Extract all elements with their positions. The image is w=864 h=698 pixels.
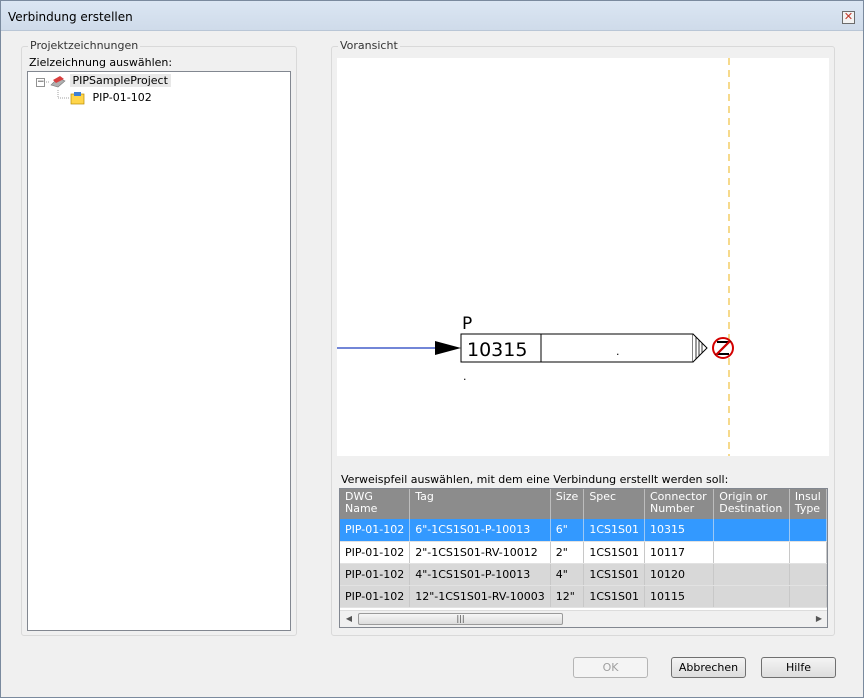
column-header[interactable]: Spec xyxy=(583,489,645,519)
preview-drawing: P 10315 . . xyxy=(337,58,734,456)
table-cell: 10115 xyxy=(644,585,715,608)
table-cell: PIP-01-102 xyxy=(340,585,411,608)
window-title: Verbindung erstellen xyxy=(8,10,133,24)
table-cell: 1CS1S01 xyxy=(583,519,645,542)
table-cell xyxy=(713,519,790,542)
table-cell: PIP-01-102 xyxy=(340,563,411,586)
tree-item-project-label: PIPSampleProject xyxy=(69,74,171,87)
table-cell: 10117 xyxy=(644,541,715,564)
project-icon xyxy=(50,74,66,88)
stray-mark: . xyxy=(463,370,467,383)
connector-number: 10315 xyxy=(467,339,527,361)
table-row[interactable]: PIP-01-102 12"-1CS1S01-RV-10003 12" 1CS1… xyxy=(340,585,827,608)
connector-table-grid: DWG Name Tag Size Spec Connector Number … xyxy=(340,489,827,608)
table-cell: 6"-1CS1S01-P-10013 xyxy=(409,519,551,542)
drawing-tree[interactable]: − PIPSampleProject PIP-01-102 xyxy=(27,71,291,631)
target-drawing-prompt: Zielzeichnung auswählen: xyxy=(29,56,173,69)
no-connection-icon xyxy=(712,337,734,359)
scroll-left-icon[interactable]: ◀ xyxy=(343,614,355,623)
table-row[interactable]: PIP-01-102 4"-1CS1S01-P-10013 4" 1CS1S01… xyxy=(340,563,827,586)
table-cell: 12"-1CS1S01-RV-10003 xyxy=(409,585,551,608)
dialog-window: Verbindung erstellen ✕ Projektzeichnunge… xyxy=(0,0,864,698)
horizontal-scrollbar[interactable]: ◀ ||| ▶ xyxy=(340,610,827,627)
table-cell xyxy=(789,585,827,608)
connector-dot: . xyxy=(616,345,620,358)
connector-table[interactable]: DWG Name Tag Size Spec Connector Number … xyxy=(339,488,828,628)
table-cell: 2" xyxy=(550,541,585,564)
table-cell xyxy=(789,563,827,586)
connector-table-prompt: Verweispfeil auswählen, mit dem eine Ver… xyxy=(341,473,729,486)
table-cell xyxy=(713,585,790,608)
tree-item-drawing-label: PIP-01-102 xyxy=(92,91,152,104)
table-cell: 10315 xyxy=(644,519,715,542)
connector-tail xyxy=(692,333,708,363)
title-bar: Verbindung erstellen ✕ xyxy=(1,1,863,31)
tree-item-drawing[interactable]: PIP-01-102 xyxy=(70,90,152,106)
ok-button[interactable]: OK xyxy=(573,657,648,678)
help-button[interactable]: Hilfe xyxy=(761,657,836,678)
table-cell: 12" xyxy=(550,585,585,608)
table-cell: 4" xyxy=(550,563,585,586)
table-cell: 6" xyxy=(550,519,585,542)
preview-canvas: P 10315 . . xyxy=(337,58,829,456)
column-header[interactable]: Insul Type xyxy=(789,489,827,519)
scrollbar-thumb[interactable]: ||| xyxy=(358,613,563,625)
drawing-icon xyxy=(70,91,86,105)
table-cell: PIP-01-102 xyxy=(340,519,411,542)
close-button[interactable]: ✕ xyxy=(842,11,855,24)
table-cell: 1CS1S01 xyxy=(583,585,645,608)
column-header[interactable]: Origin or Destination xyxy=(713,489,790,519)
table-cell: 10120 xyxy=(644,563,715,586)
table-cell: 4"-1CS1S01-P-10013 xyxy=(409,563,551,586)
column-header[interactable]: Connector Number xyxy=(644,489,715,519)
table-cell xyxy=(789,519,827,542)
connector-letter: P xyxy=(462,314,472,334)
tree-item-project[interactable]: PIPSampleProject xyxy=(50,73,171,89)
table-cell: 1CS1S01 xyxy=(583,563,645,586)
project-drawings-caption: Projektzeichnungen xyxy=(28,39,141,52)
cancel-button[interactable]: Abbrechen xyxy=(671,657,746,678)
table-cell: PIP-01-102 xyxy=(340,541,411,564)
table-row[interactable]: PIP-01-102 2"-1CS1S01-RV-10012 2" 1CS1S0… xyxy=(340,541,827,564)
flow-arrow xyxy=(435,341,461,355)
table-cell: 2"-1CS1S01-RV-10012 xyxy=(409,541,551,564)
table-cell: 1CS1S01 xyxy=(583,541,645,564)
preview-caption: Voransicht xyxy=(338,39,400,52)
column-header[interactable]: Tag xyxy=(409,489,551,519)
table-header: DWG Name Tag Size Spec Connector Number … xyxy=(340,489,827,519)
table-cell xyxy=(713,563,790,586)
column-header[interactable]: Size xyxy=(550,489,585,519)
table-cell xyxy=(713,541,790,564)
table-row[interactable]: PIP-01-102 6"-1CS1S01-P-10013 6" 1CS1S01… xyxy=(340,519,827,542)
scroll-right-icon[interactable]: ▶ xyxy=(813,614,825,623)
column-header[interactable]: DWG Name xyxy=(340,489,411,519)
table-cell xyxy=(789,541,827,564)
